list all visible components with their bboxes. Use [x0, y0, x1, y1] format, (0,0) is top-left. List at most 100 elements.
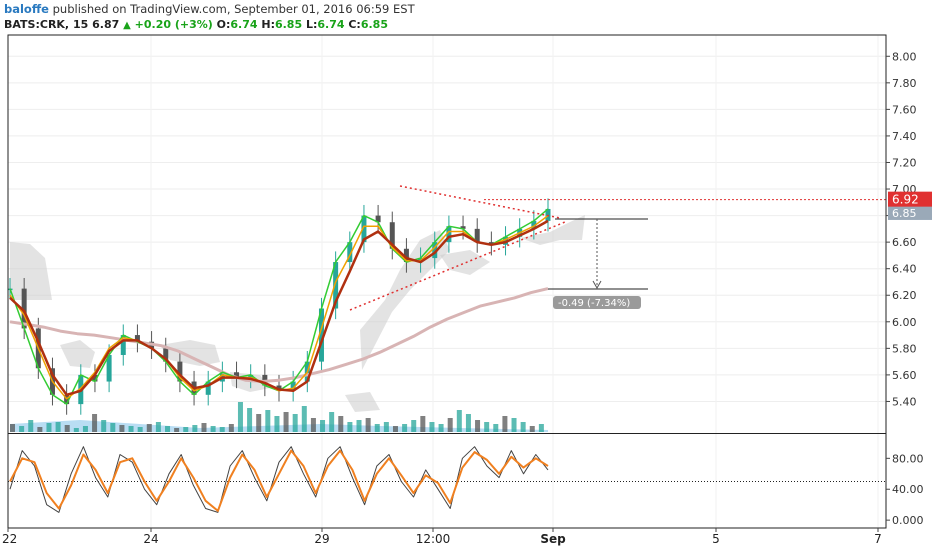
volume-bar: [64, 425, 70, 432]
y-tick-label: 6.00: [892, 316, 917, 329]
osc-y-tick-label: 0.000: [892, 514, 924, 527]
low-label: L:: [305, 18, 318, 31]
volume-bar: [347, 422, 353, 432]
last-price: 6.87: [92, 18, 120, 31]
low-value: 6.74: [317, 18, 345, 31]
y-tick-label: 8.00: [892, 50, 917, 63]
volume-bar: [10, 424, 15, 432]
chart-header: baloffe published on TradingView.com, Se…: [4, 2, 924, 34]
volume-bar: [320, 420, 326, 432]
y-tick-label: 6.20: [892, 289, 917, 302]
volume-bar: [46, 423, 52, 432]
y-tick-label: 5.40: [892, 395, 917, 408]
x-tick-label: 24: [143, 532, 158, 546]
volume-bar: [292, 414, 298, 432]
volume-bar: [165, 426, 171, 432]
price-badge-text: 6.92: [892, 193, 919, 207]
x-tick-label: 29: [314, 532, 329, 546]
close-value: 6.85: [360, 18, 388, 31]
ema-slow-line: [9, 219, 549, 397]
ema-mid-line: [9, 214, 549, 400]
volume-bar: [529, 426, 535, 432]
x-tick-label: 7: [874, 532, 882, 546]
stoch-d-line: [9, 449, 549, 512]
symbol-label[interactable]: BATS:CRK, 15: [4, 18, 88, 31]
volume-bar: [402, 424, 408, 432]
axes: 8.007.807.607.407.207.006.806.606.406.20…: [2, 34, 932, 546]
volume-bar: [383, 422, 389, 432]
cloud-area: [440, 250, 490, 275]
volume-bar: [356, 420, 362, 432]
y-tick-label: 7.40: [892, 130, 917, 143]
volume-bar: [201, 423, 207, 432]
volume-bar: [338, 416, 344, 432]
high-label: H:: [261, 18, 275, 31]
author-link[interactable]: baloffe: [4, 2, 49, 16]
volume-bar: [73, 428, 79, 432]
publish-line: baloffe published on TradingView.com, Se…: [4, 2, 924, 17]
published-text: published on TradingView.com, September …: [52, 2, 415, 16]
y-tick-label: 5.60: [892, 369, 917, 382]
volume-bar: [465, 414, 471, 432]
open-label: O:: [216, 18, 231, 31]
quote-line: BATS:CRK, 15 6.87 ▲ +0.20 (+3%) O:6.74 H…: [4, 17, 924, 33]
volume-bar: [283, 412, 289, 432]
volume-bar: [411, 420, 417, 432]
volume-bar: [92, 414, 98, 432]
y-tick-label: 7.80: [892, 77, 917, 90]
volume-bar: [438, 424, 444, 432]
volume-bar: [502, 416, 508, 432]
volume-bar: [247, 408, 253, 432]
y-tick-label: 6.60: [892, 236, 917, 249]
volume-bar: [37, 427, 43, 432]
cloud-area: [10, 242, 52, 300]
volume-bar: [484, 422, 490, 432]
y-tick-label: 6.40: [892, 263, 917, 276]
volume-bar: [310, 418, 316, 432]
high-value: 6.85: [274, 18, 303, 31]
volume-bar: [119, 425, 125, 432]
volume-bar: [55, 422, 61, 432]
volume-bar: [28, 420, 34, 432]
volume-bar: [19, 426, 25, 432]
y-tick-label: 7.60: [892, 103, 917, 116]
volume-bar: [265, 410, 271, 432]
volume-bar: [219, 427, 225, 432]
volume-bar: [274, 416, 280, 432]
volume-bar: [456, 410, 462, 432]
volume-bar: [374, 424, 380, 432]
cloud-area: [345, 392, 380, 412]
cloud-area: [60, 340, 95, 368]
open-value: 6.74: [230, 18, 258, 31]
volume-bar: [511, 418, 517, 432]
osc-y-tick-label: 40.00: [892, 483, 924, 496]
x-tick-label: 5: [712, 532, 720, 546]
up-triangle-icon: ▲: [123, 20, 131, 31]
y-tick-label: 5.80: [892, 342, 917, 355]
volume-bar: [155, 422, 161, 432]
volume-bar: [210, 426, 216, 432]
volume-bar: [429, 422, 435, 432]
price-label-grey-text: 6.85: [892, 207, 917, 220]
volume-bar: [137, 427, 143, 432]
volume-bar: [237, 402, 243, 432]
volume-bar: [475, 420, 481, 432]
volume-bar: [392, 426, 398, 432]
volume-bar: [365, 418, 371, 432]
volume-bar: [256, 414, 262, 432]
x-tick-label: 12:00: [416, 532, 451, 546]
volume-bar: [146, 424, 152, 432]
volume-bar: [82, 426, 88, 432]
osc-y-tick-label: 80.00: [892, 452, 924, 465]
stoch-k-line: [9, 446, 549, 513]
change-value: +0.20 (+3%): [134, 18, 213, 31]
volume-bars: [10, 402, 548, 432]
volume-bar: [301, 406, 307, 432]
volume-bar: [493, 424, 499, 432]
grid: [7, 35, 886, 528]
triangle-upper-line: [399, 185, 561, 219]
volume-bar: [538, 424, 544, 432]
volume-bar: [228, 424, 234, 432]
volume-bar: [447, 418, 453, 432]
chart-canvas[interactable]: -0.49 (-7.34%) 8.007.807.607.407.207.006…: [0, 0, 932, 550]
